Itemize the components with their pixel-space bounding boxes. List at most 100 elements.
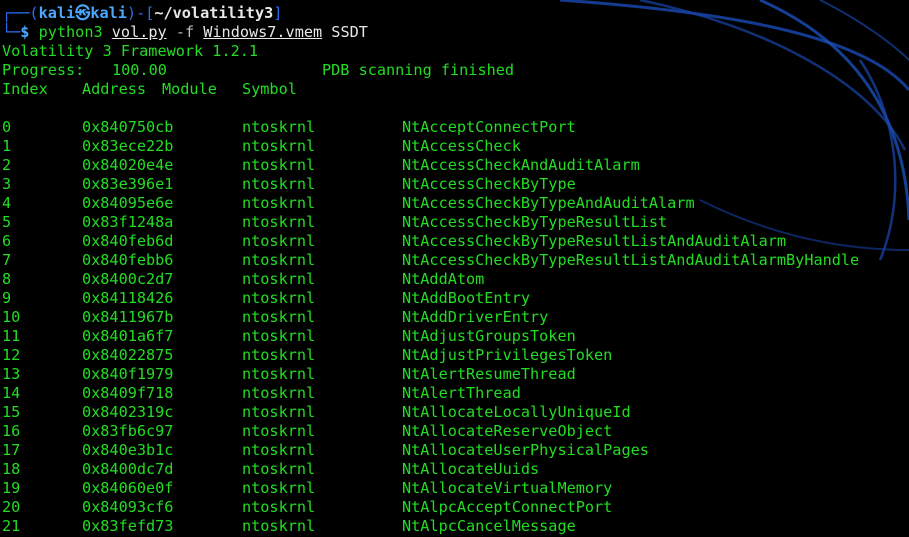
cell-address: 0x84022875 bbox=[82, 346, 174, 364]
cell-index: 12 bbox=[2, 346, 21, 364]
cell-address: 0x84095e6e bbox=[82, 194, 174, 212]
cell-symbol: NtAllocateLocallyUniqueId bbox=[402, 403, 631, 421]
table-row: 7 0x840febb6 ntoskrnl NtAccessCheckByTypeRe… bbox=[2, 251, 859, 270]
cell-module: ntoskrnl bbox=[242, 137, 316, 155]
cell-module: ntoskrnl bbox=[242, 460, 316, 478]
cell-symbol: NtAdjustGroupsToken bbox=[402, 327, 576, 345]
framework-version: Volatility 3 Framework 1.2.1 bbox=[2, 42, 259, 60]
cell-index: 8 bbox=[2, 270, 12, 288]
table-row: 10 0x8411967b ntoskrnl NtAddDriverEntry bbox=[2, 308, 548, 327]
cell-address: 0x8401a6f7 bbox=[82, 327, 174, 345]
cell-module: ntoskrnl bbox=[242, 384, 316, 402]
cell-index: 3 bbox=[2, 175, 12, 193]
terminal-output[interactable]: ┌──(kali㉿kali)-[~/volatility3] └─$ pytho… bbox=[2, 4, 859, 536]
cell-index: 1 bbox=[2, 137, 12, 155]
cell-module: ntoskrnl bbox=[242, 365, 316, 383]
cell-index: 7 bbox=[2, 251, 12, 269]
cell-address: 0x84093cf6 bbox=[82, 498, 174, 516]
table-row: 20 0x84093cf6 ntoskrnl NtAlpcAcceptConnectP… bbox=[2, 498, 612, 517]
command-plugin: SSDT bbox=[331, 23, 368, 41]
command-name: python3 bbox=[38, 23, 103, 41]
cell-address: 0x84060e0f bbox=[82, 479, 174, 497]
cell-address: 0x840750cb bbox=[82, 118, 174, 136]
cell-module: ntoskrnl bbox=[242, 289, 316, 307]
cell-index: 11 bbox=[2, 327, 21, 345]
table-row: 3 0x83e396e1 ntoskrnl NtAccessCheckByType bbox=[2, 175, 576, 194]
table-row: 9 0x84118426 ntoskrnl NtAddBootEntry bbox=[2, 289, 530, 308]
cell-address: 0x84020e4e bbox=[82, 156, 174, 174]
cell-address: 0x83fb6c97 bbox=[82, 422, 174, 440]
cell-symbol: NtAccessCheckByTypeResultList bbox=[402, 213, 668, 231]
cell-symbol: NtAdjustPrivilegesToken bbox=[402, 346, 613, 364]
cell-symbol: NtAllocateUserPhysicalPages bbox=[402, 441, 649, 459]
cell-module: ntoskrnl bbox=[242, 118, 316, 136]
cell-module: ntoskrnl bbox=[242, 308, 316, 326]
cell-index: 9 bbox=[2, 289, 12, 307]
cell-symbol: NtAlertResumeThread bbox=[402, 365, 576, 383]
table-row: 15 0x8402319c ntoskrnl NtAllocateLocallyUni… bbox=[2, 403, 631, 422]
cell-module: ntoskrnl bbox=[242, 251, 316, 269]
cell-module: ntoskrnl bbox=[242, 156, 316, 174]
table-header: Index Address Module Symbol bbox=[2, 80, 368, 99]
cell-index: 6 bbox=[2, 232, 12, 250]
cell-address: 0x83f1248a bbox=[82, 213, 174, 231]
cell-address: 0x8409f718 bbox=[82, 384, 174, 402]
cell-address: 0x840feb6d bbox=[82, 232, 174, 250]
cell-symbol: NtAccessCheckByType bbox=[402, 175, 576, 193]
table-row: 8 0x8400c2d7 ntoskrnl NtAddAtom bbox=[2, 270, 484, 289]
table-row: 16 0x83fb6c97 ntoskrnl NtAllocateReserveObj… bbox=[2, 422, 612, 441]
cell-index: 16 bbox=[2, 422, 21, 440]
cell-symbol: NtAcceptConnectPort bbox=[402, 118, 576, 136]
cell-index: 5 bbox=[2, 213, 12, 231]
cell-module: ntoskrnl bbox=[242, 479, 316, 497]
cell-symbol: NtAccessCheckAndAuditAlarm bbox=[402, 156, 640, 174]
cell-index: 4 bbox=[2, 194, 12, 212]
cell-index: 17 bbox=[2, 441, 21, 459]
cell-index: 14 bbox=[2, 384, 21, 402]
cell-index: 19 bbox=[2, 479, 21, 497]
cell-address: 0x840f1979 bbox=[82, 365, 174, 383]
table-row: 11 0x8401a6f7 ntoskrnl NtAdjustGroupsToken bbox=[2, 327, 576, 346]
cell-module: ntoskrnl bbox=[242, 175, 316, 193]
cell-symbol: NtAlpcAcceptConnectPort bbox=[402, 498, 613, 516]
cell-symbol: NtAddDriverEntry bbox=[402, 308, 549, 326]
table-row: 4 0x84095e6e ntoskrnl NtAccessCheckByTypeAn… bbox=[2, 194, 695, 213]
header-address: Address bbox=[82, 80, 147, 98]
progress-line: Progress: 100.00 PDB scanning finished bbox=[2, 61, 514, 80]
prompt-user: kali bbox=[38, 4, 76, 22]
cell-index: 20 bbox=[2, 498, 21, 516]
prompt-line-2: └─$ python3 vol.py -f Windows7.vmem SSDT bbox=[2, 23, 368, 41]
header-index: Index bbox=[2, 80, 48, 98]
cell-symbol: NtAddBootEntry bbox=[402, 289, 531, 307]
cell-address: 0x83fefd73 bbox=[82, 517, 174, 535]
cell-address: 0x8402319c bbox=[82, 403, 174, 421]
cell-symbol: NtAccessCheckByTypeResultListAndAuditAla… bbox=[402, 232, 787, 250]
table-row: 2 0x84020e4e ntoskrnl NtAccessCheckAndAudit… bbox=[2, 156, 640, 175]
cell-symbol: NtAccessCheckByTypeResultListAndAuditAla… bbox=[402, 251, 860, 269]
cell-module: ntoskrnl bbox=[242, 403, 316, 421]
cell-module: ntoskrnl bbox=[242, 441, 316, 459]
cell-index: 10 bbox=[2, 308, 21, 326]
header-module: Module bbox=[162, 80, 217, 98]
progress-status: PDB scanning finished bbox=[322, 61, 515, 79]
cell-symbol: NtAccessCheck bbox=[402, 137, 521, 155]
table-row: 18 0x8400dc7d ntoskrnl NtAllocateUuids bbox=[2, 460, 539, 479]
command-flag: -f bbox=[175, 23, 195, 41]
cell-symbol: NtAlertThread bbox=[402, 384, 521, 402]
cell-address: 0x840e3b1c bbox=[82, 441, 174, 459]
cell-address: 0x8411967b bbox=[82, 308, 174, 326]
cell-symbol: NtAllocateReserveObject bbox=[402, 422, 613, 440]
table-row: 0 0x840750cb ntoskrnl NtAcceptConnectPort bbox=[2, 118, 576, 137]
command-file: Windows7.vmem bbox=[203, 23, 323, 41]
table-row: 12 0x84022875 ntoskrnl NtAdjustPrivilegesTo… bbox=[2, 346, 612, 365]
cell-symbol: NtAllocateVirtualMemory bbox=[402, 479, 613, 497]
cell-index: 0 bbox=[2, 118, 12, 136]
cell-index: 15 bbox=[2, 403, 21, 421]
cell-address: 0x8400dc7d bbox=[82, 460, 174, 478]
cell-module: ntoskrnl bbox=[242, 270, 316, 288]
skull-icon: ㉿ bbox=[75, 4, 91, 22]
cell-address: 0x84118426 bbox=[82, 289, 174, 307]
command-script: vol.py bbox=[111, 23, 167, 41]
cell-symbol: NtAddAtom bbox=[402, 270, 485, 288]
table-row: 6 0x840feb6d ntoskrnl NtAccessCheckByTypeRe… bbox=[2, 232, 786, 251]
